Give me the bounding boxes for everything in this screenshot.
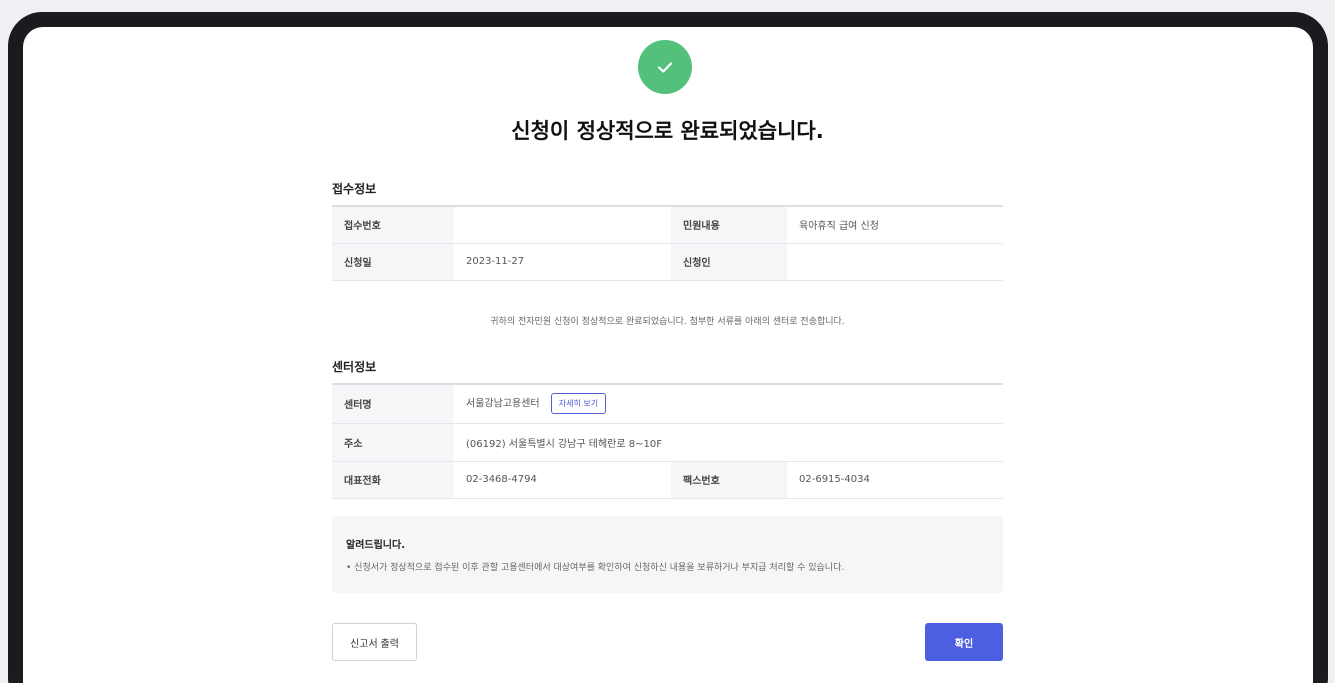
confirm-button[interactable]: 확인 (925, 623, 1003, 661)
page-screen: 신청이 정상적으로 완료되었습니다. 접수정보 접수번호 민원내용 육아휴직 급… (23, 27, 1313, 683)
fax-label: 팩스번호 (671, 461, 787, 499)
center-table: 센터명 서울강남고용센터 자세히 보기 주소 (06192) 서울특별시 강남구… (332, 383, 1004, 499)
completion-notice: 귀하의 전자민원 신청이 정상적으로 완료되었습니다. 첨부한 서류를 아래의 … (490, 317, 845, 327)
print-report-button[interactable]: 신고서 출력 (332, 623, 417, 661)
detail-button[interactable]: 자세히 보기 (550, 393, 607, 415)
date-label: 신청일 (332, 243, 454, 281)
receipt-table: 접수번호 민원내용 육아휴직 급여 신청 신청일 2023-11-27 신청인 (332, 205, 1003, 281)
table-row: 주소 (06192) 서울특별시 강남구 테헤란로 8~10F (332, 423, 1004, 462)
table-row: 대표전화 02-3468-4794 팩스번호 02-6915-4034 (332, 461, 1004, 499)
table-row: 센터명 서울강남고용센터 자세히 보기 (332, 383, 1004, 424)
center-section-title: 센터정보 (332, 360, 377, 374)
page-title: 신청이 정상적으로 완료되었습니다. (511, 119, 824, 143)
address-label: 주소 (332, 423, 454, 462)
date-value: 2023-11-27 (454, 243, 671, 281)
info-alert-box: 알려드립니다. • 신청서가 정상적으로 접수된 이후 관할 고용센터에서 대상… (332, 516, 1003, 593)
center-name-cell: 서울강남고용센터 자세히 보기 (454, 383, 1004, 424)
center-name-value: 서울강남고용센터 (466, 398, 540, 410)
center-name-label: 센터명 (332, 383, 454, 424)
receipt-no-label: 접수번호 (332, 205, 454, 244)
alert-title: 알려드립니다. (346, 540, 405, 551)
phone-label: 대표전화 (332, 461, 454, 499)
applicant-value (787, 243, 1003, 281)
address-value: (06192) 서울특별시 강남구 테헤란로 8~10F (454, 423, 1004, 462)
receipt-section-title: 접수정보 (332, 182, 377, 196)
table-row: 접수번호 민원내용 육아휴직 급여 신청 (332, 205, 1003, 244)
phone-value: 02-3468-4794 (454, 461, 671, 499)
request-type-value: 육아휴직 급여 신청 (787, 205, 1003, 244)
table-row: 신청일 2023-11-27 신청인 (332, 243, 1003, 281)
check-circle-icon (638, 40, 692, 94)
request-type-label: 민원내용 (671, 205, 787, 244)
receipt-no-value (454, 205, 671, 244)
alert-body: • 신청서가 정상적으로 접수된 이후 관할 고용센터에서 대상여부를 확인하여… (346, 563, 845, 573)
fax-value: 02-6915-4034 (787, 461, 1004, 499)
applicant-label: 신청인 (671, 243, 787, 281)
